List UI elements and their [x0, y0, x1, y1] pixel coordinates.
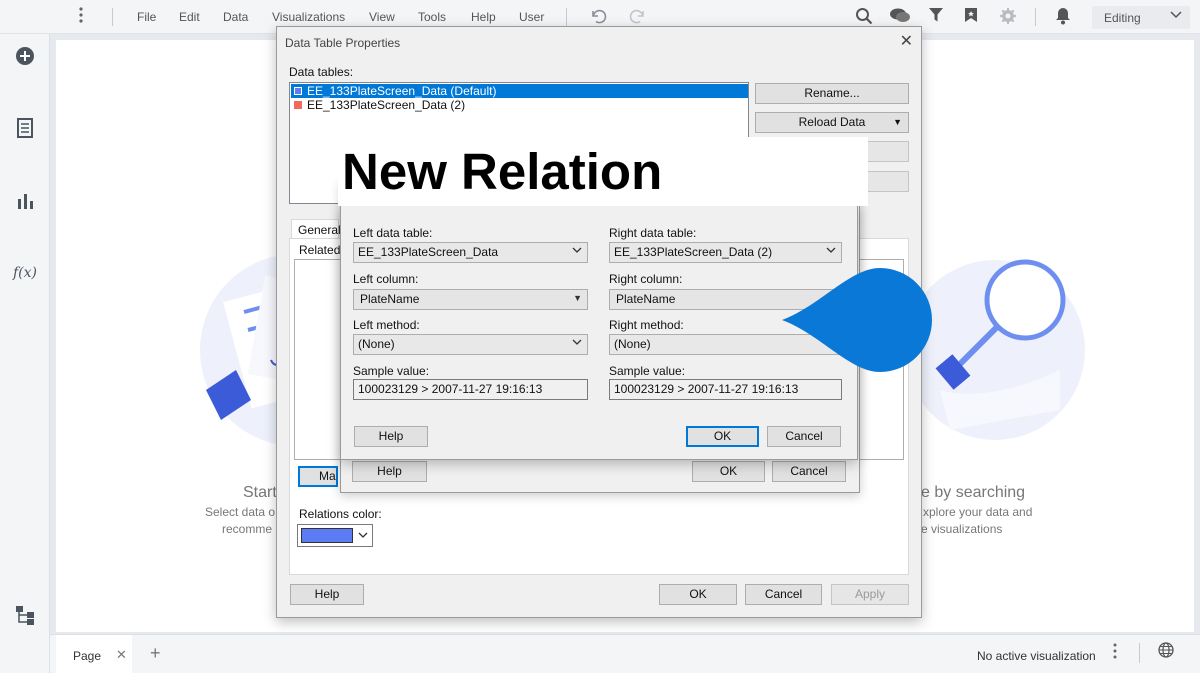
- start-title: Start: [243, 484, 277, 501]
- page-tab-label: Page: [73, 649, 102, 663]
- hierarchy-icon[interactable]: [13, 604, 37, 628]
- left-method-label: Left method:: [353, 318, 420, 332]
- new-relation-title: New Relation: [342, 143, 663, 200]
- new-relation-ok-button[interactable]: OK: [686, 426, 759, 447]
- tab-general-label: General: [298, 223, 341, 237]
- start-line-2: recomme: [222, 522, 273, 536]
- redo-icon[interactable]: [628, 7, 648, 27]
- bottom-bar: Page ✕ + No active visualization: [50, 634, 1200, 673]
- apply-button[interactable]: Apply: [831, 584, 909, 605]
- page-tab[interactable]: Page ✕: [56, 635, 132, 673]
- reload-data-label: Reload Data: [798, 115, 866, 129]
- chevron-down-icon: [826, 244, 836, 261]
- left-column-label: Left column:: [353, 272, 419, 286]
- list-item-selected[interactable]: EE_133PlateScreen_Data (Default): [291, 84, 748, 98]
- menu-view[interactable]: View: [369, 10, 395, 24]
- manage-ok-button[interactable]: OK: [692, 461, 765, 482]
- rename-button[interactable]: Rename...: [755, 83, 909, 104]
- more-options-icon[interactable]: [1113, 643, 1117, 662]
- notifications-icon[interactable]: [1053, 7, 1073, 27]
- chevron-down-icon: [358, 529, 368, 543]
- right-sample-field: 100023129 > 2007-11-27 19:16:13: [609, 379, 842, 400]
- bookmark-icon[interactable]: [961, 7, 981, 27]
- right-data-table-select[interactable]: EE_133PlateScreen_Data (2): [609, 242, 842, 263]
- left-method-value: (None): [358, 337, 395, 351]
- menu-edit[interactable]: Edit: [179, 10, 200, 24]
- manage-cancel-button[interactable]: Cancel: [772, 461, 846, 482]
- list-item[interactable]: EE_133PlateScreen_Data (2): [291, 98, 748, 112]
- left-sample-field: 100023129 > 2007-11-27 19:16:13: [353, 379, 588, 400]
- left-column-value: PlateName: [360, 292, 420, 306]
- left-sample-label: Sample value:: [353, 364, 430, 378]
- new-relation-title-banner: New Relation: [338, 137, 868, 206]
- search-icon[interactable]: [854, 7, 874, 27]
- mode-selector[interactable]: Editing: [1092, 6, 1190, 29]
- mode-label: Editing: [1104, 11, 1141, 25]
- list-item-label: EE_133PlateScreen_Data (2): [307, 98, 466, 112]
- left-data-table-value: EE_133PlateScreen_Data: [358, 245, 499, 259]
- chevron-down-icon: [572, 336, 582, 353]
- left-data-table-label: Left data table:: [353, 226, 433, 240]
- close-icon[interactable]: ✕: [116, 647, 127, 663]
- relations-color-swatch: [301, 528, 353, 543]
- menu-file[interactable]: File: [137, 10, 156, 24]
- right-data-table-label: Right data table:: [609, 226, 697, 240]
- right-method-label: Right method:: [609, 318, 684, 332]
- help-button[interactable]: Help: [290, 584, 364, 605]
- relations-color-picker[interactable]: [297, 524, 373, 547]
- settings-icon[interactable]: [998, 7, 1018, 27]
- chevron-down-icon: [1170, 9, 1182, 24]
- start-line-1: Select data o: [205, 505, 276, 519]
- ok-button[interactable]: OK: [659, 584, 737, 605]
- table-color-swatch: [294, 87, 302, 95]
- right-column-value: PlateName: [616, 292, 676, 306]
- dropdown-arrow-icon: ▼: [573, 293, 582, 303]
- list-item-label: EE_133PlateScreen_Data (Default): [307, 84, 497, 98]
- left-method-select[interactable]: (None): [353, 334, 588, 355]
- callout-pointer: [782, 268, 932, 372]
- right-data-table-value: EE_133PlateScreen_Data (2): [614, 245, 773, 259]
- menu-tools[interactable]: Tools: [418, 10, 446, 24]
- more-vertical-icon[interactable]: [71, 7, 91, 27]
- visualization-status: No active visualization: [977, 649, 1096, 663]
- close-icon[interactable]: ✕: [900, 31, 913, 51]
- add-icon[interactable]: [13, 45, 37, 69]
- left-column-select[interactable]: PlateName ▼: [353, 289, 588, 310]
- filter-icon[interactable]: [926, 7, 946, 27]
- comments-icon[interactable]: [889, 7, 910, 27]
- search-line-2: e visualizations: [921, 522, 1003, 536]
- left-sidebar: f(x): [0, 0, 50, 673]
- dialog-title: Data Table Properties: [285, 36, 401, 50]
- reload-data-button[interactable]: Reload Data ▼: [755, 112, 909, 133]
- function-icon[interactable]: f(x): [13, 261, 37, 285]
- right-method-value: (None): [614, 337, 651, 351]
- chevron-down-icon: [572, 244, 582, 261]
- new-relation-cancel-button[interactable]: Cancel: [767, 426, 841, 447]
- menu-data[interactable]: Data: [223, 10, 248, 24]
- cancel-button[interactable]: Cancel: [745, 584, 822, 605]
- table-color-swatch: [294, 101, 302, 109]
- data-tables-label: Data tables:: [289, 65, 354, 79]
- right-column-label: Right column:: [609, 272, 683, 286]
- menu-help[interactable]: Help: [471, 10, 496, 24]
- manage-help-button[interactable]: Help: [352, 461, 427, 482]
- manage-relations-button[interactable]: Ma: [298, 466, 338, 487]
- data-canvas-icon[interactable]: [13, 117, 37, 141]
- undo-icon[interactable]: [588, 7, 608, 27]
- menu-visualizations[interactable]: Visualizations: [272, 10, 345, 24]
- search-line-1: xplore your data and: [923, 505, 1033, 519]
- menu-user[interactable]: User: [519, 10, 544, 24]
- new-relation-help-button[interactable]: Help: [354, 426, 428, 447]
- relations-color-label: Relations color:: [299, 507, 382, 521]
- visualizations-icon[interactable]: [13, 189, 37, 213]
- dropdown-arrow-icon: ▼: [893, 117, 902, 127]
- left-data-table-select[interactable]: EE_133PlateScreen_Data: [353, 242, 588, 263]
- globe-icon[interactable]: [1158, 642, 1174, 661]
- search-title: e by searching: [921, 484, 1026, 501]
- add-page-icon[interactable]: +: [150, 643, 161, 664]
- right-sample-label: Sample value:: [609, 364, 686, 378]
- tab-general[interactable]: General: [291, 219, 341, 239]
